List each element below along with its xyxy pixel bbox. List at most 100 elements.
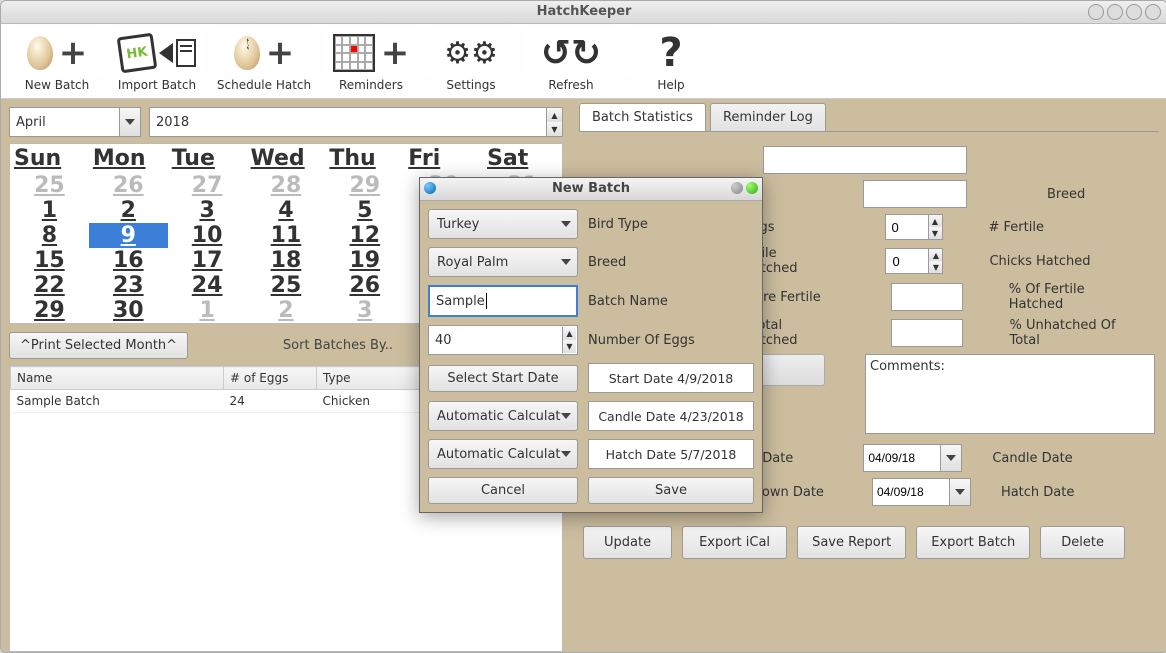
table-header[interactable]: # of Eggs — [224, 367, 317, 390]
calendar-cell[interactable]: 27 — [168, 173, 247, 198]
calendar-cell[interactable]: 23 — [89, 273, 168, 298]
refresh-button[interactable]: ↺↻ Refresh — [523, 28, 619, 94]
calendar-cell[interactable]: 16 — [89, 248, 168, 273]
calendar-cell[interactable]: 2 — [89, 198, 168, 223]
calendar-cell[interactable]: 29 — [10, 298, 89, 323]
new-batch-button[interactable]: + New Batch — [9, 28, 105, 94]
calendar-icon — [333, 34, 375, 72]
calendar-cell[interactable]: 19 — [325, 248, 404, 273]
calendar-cell[interactable]: 11 — [247, 223, 326, 248]
breed-label: Breed — [1047, 187, 1085, 202]
calendar-cell[interactable]: 22 — [10, 273, 89, 298]
calendar-cell[interactable]: 25 — [10, 173, 89, 198]
calendar-cell[interactable]: 5 — [325, 198, 404, 223]
help-button[interactable]: ? Help — [623, 28, 719, 94]
select-start-date-button[interactable]: Select Start Date — [428, 365, 578, 392]
month-select[interactable]: April — [9, 107, 141, 137]
calendar-cell[interactable]: 9 — [89, 223, 168, 248]
calendar-cell[interactable]: 3 — [168, 198, 247, 223]
calendar-cell[interactable]: 12 — [325, 223, 404, 248]
maximize-icon[interactable] — [1107, 4, 1123, 20]
print-month-button[interactable]: ^Print Selected Month^ — [9, 332, 188, 359]
new-batch-label: New Batch — [25, 78, 89, 92]
schedule-hatch-button[interactable]: + Schedule Hatch — [209, 28, 319, 94]
hatch-mode-select[interactable]: Automatic Calculat — [428, 439, 578, 469]
titlebar[interactable]: HatchKeeper — [1, 1, 1166, 24]
name-field[interactable] — [763, 146, 967, 174]
refresh-label: Refresh — [548, 78, 593, 92]
shade-icon[interactable] — [1126, 4, 1142, 20]
calendar-cell[interactable]: 25 — [247, 273, 326, 298]
import-batch-button[interactable]: HK Import Batch — [109, 28, 205, 94]
save-button[interactable]: Save — [588, 477, 754, 504]
calendar-cell[interactable]: 26 — [325, 273, 404, 298]
calendar-cell[interactable]: 4 — [247, 198, 326, 223]
table-header[interactable]: Name — [11, 367, 224, 390]
plus-icon: + — [266, 33, 295, 73]
dialog-menu-icon[interactable] — [424, 182, 436, 194]
batch-name-input[interactable]: Sample — [428, 285, 578, 317]
calendar-cell[interactable]: 30 — [89, 298, 168, 323]
hatched-spinner[interactable]: ▲▼ — [885, 248, 943, 274]
calendar-day-header: Wed — [247, 144, 326, 173]
help-label: Help — [657, 78, 684, 92]
hatch-date-value: Hatch Date 5/7/2018 — [588, 439, 754, 469]
reminders-label: Reminders — [339, 78, 403, 92]
table-header[interactable]: Type — [317, 367, 420, 390]
calendar-day-header: Tue — [168, 144, 247, 173]
calendar-cell[interactable]: 1 — [168, 298, 247, 323]
dialog-titlebar[interactable]: New Batch — [420, 178, 762, 201]
year-select[interactable]: 2018 ▲▼ — [149, 107, 563, 137]
year-spinner[interactable]: ▲▼ — [546, 108, 562, 136]
dialog-min-icon[interactable] — [731, 182, 743, 194]
calendar-cell[interactable]: 8 — [10, 223, 89, 248]
dialog-max-icon[interactable] — [746, 182, 758, 194]
calendar-day-header: Mon — [89, 144, 168, 173]
breed-field[interactable] — [863, 180, 967, 208]
calendar-cell[interactable]: 28 — [247, 173, 326, 198]
chevron-down-icon[interactable] — [119, 108, 140, 136]
import-batch-label: Import Batch — [118, 78, 196, 92]
save-report-button[interactable]: Save Report — [797, 526, 906, 559]
calendar-cell[interactable]: 17 — [168, 248, 247, 273]
calendar-cell[interactable]: 10 — [168, 223, 247, 248]
calendar-cell[interactable]: 2 — [247, 298, 326, 323]
arrow-left-icon — [159, 43, 173, 63]
document-icon — [176, 39, 196, 67]
calendar-cell[interactable]: 3 — [325, 298, 404, 323]
calendar-cell[interactable]: 18 — [247, 248, 326, 273]
tab-batch-statistics[interactable]: Batch Statistics — [579, 103, 706, 131]
comments-box[interactable]: Comments: — [865, 354, 1155, 434]
calendar-cell[interactable]: 1 — [10, 198, 89, 223]
settings-button[interactable]: ⚙⚙ Settings — [423, 28, 519, 94]
calendar-cell[interactable]: 29 — [325, 173, 404, 198]
pct-fertile-field[interactable] — [891, 283, 963, 311]
cancel-button[interactable]: Cancel — [428, 477, 578, 504]
chicks-hatched-label: Chicks Hatched — [989, 254, 1090, 269]
bird-type-label: Bird Type — [588, 217, 754, 232]
reminders-button[interactable]: + Reminders — [323, 28, 419, 94]
hatch-date-picker[interactable] — [872, 478, 971, 506]
export-ical-button[interactable]: Export iCal — [682, 526, 787, 559]
comments-label: Comments: — [870, 359, 945, 374]
calendar-cell[interactable]: 15 — [10, 248, 89, 273]
export-batch-button[interactable]: Export Batch — [916, 526, 1030, 559]
breed-select[interactable]: Royal Palm — [428, 247, 578, 277]
chevron-down-icon[interactable] — [941, 444, 962, 472]
eggs-label: Number Of Eggs — [588, 333, 754, 348]
calendar-cell[interactable]: 26 — [89, 173, 168, 198]
tab-reminder-log[interactable]: Reminder Log — [710, 103, 826, 131]
candle-date-picker[interactable] — [863, 444, 962, 472]
eggs-spinner[interactable]: 40▲▼ — [428, 325, 578, 355]
pct-unhatched-field[interactable] — [891, 319, 963, 347]
chevron-down-icon[interactable] — [950, 478, 971, 506]
fertile-spinner[interactable]: ▲▼ — [885, 214, 943, 240]
update-button[interactable]: Update — [583, 526, 672, 559]
minimize-icon[interactable] — [1088, 4, 1104, 20]
delete-button[interactable]: Delete — [1040, 526, 1125, 559]
close-icon[interactable] — [1145, 4, 1161, 20]
calendar-cell[interactable]: 24 — [168, 273, 247, 298]
bird-type-select[interactable]: Turkey — [428, 209, 578, 239]
sort-label[interactable]: Sort Batches By.. — [283, 338, 393, 353]
candle-mode-select[interactable]: Automatic Calculat — [428, 401, 578, 431]
